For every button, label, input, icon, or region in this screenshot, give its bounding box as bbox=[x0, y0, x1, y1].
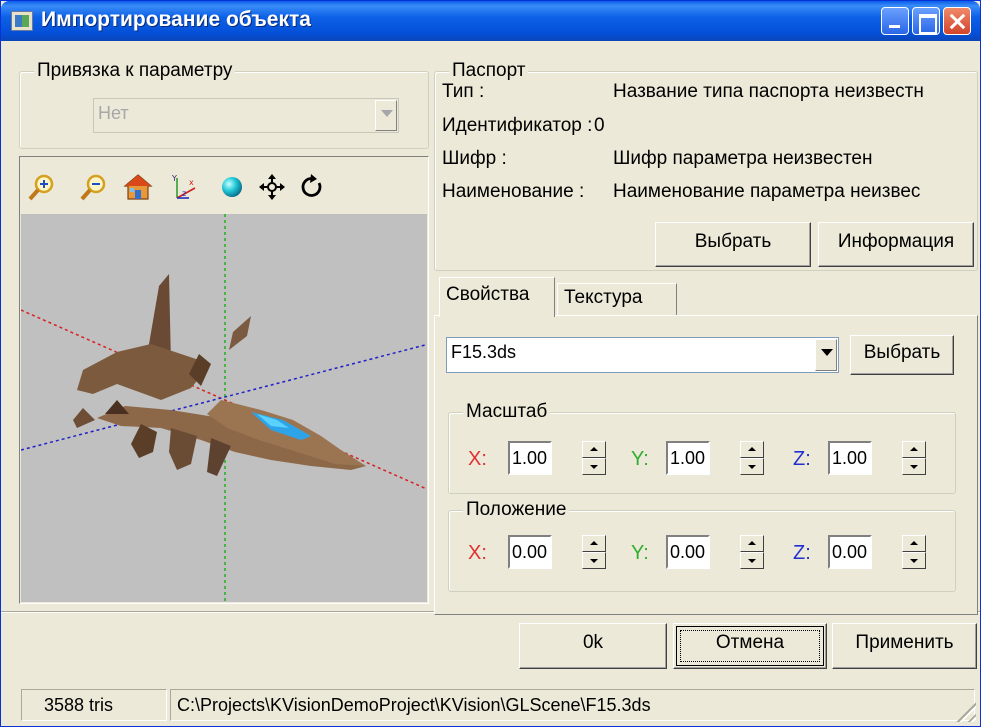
passport-select-button[interactable]: Выбрать bbox=[655, 222, 811, 267]
passport-code-label: Шифр : bbox=[442, 148, 507, 169]
spin-down-icon[interactable] bbox=[902, 552, 926, 569]
tab-properties[interactable]: Свойства bbox=[439, 277, 555, 317]
passport-id-value: 0 bbox=[594, 115, 605, 136]
home-icon[interactable] bbox=[123, 172, 153, 202]
spin-down-icon[interactable] bbox=[582, 552, 606, 569]
rotate-icon[interactable] bbox=[297, 172, 327, 202]
model-file-select-button[interactable]: Выбрать bbox=[850, 335, 954, 375]
model-file-combo[interactable]: F15.3ds bbox=[446, 337, 839, 373]
axes-icon[interactable]: Y x z bbox=[169, 172, 199, 202]
svg-text:x: x bbox=[189, 178, 194, 187]
close-button[interactable] bbox=[943, 7, 971, 35]
position-z-label: Z: bbox=[793, 542, 811, 564]
position-z-input[interactable]: 0.00 bbox=[828, 535, 872, 569]
passport-group-label: Паспорт bbox=[449, 60, 529, 82]
passport-type-value: Название типа паспорта неизвестн bbox=[613, 81, 924, 102]
apply-button[interactable]: Применить bbox=[832, 623, 977, 669]
spin-up-icon[interactable] bbox=[902, 441, 926, 458]
position-x-spinner[interactable] bbox=[582, 535, 606, 569]
status-file-path: C:\Projects\KVisionDemoProject\KVision\G… bbox=[170, 689, 975, 721]
spin-up-icon[interactable] bbox=[902, 535, 926, 552]
spin-up-icon[interactable] bbox=[582, 535, 606, 552]
zoom-out-icon[interactable] bbox=[79, 172, 109, 202]
sphere-icon[interactable] bbox=[217, 172, 247, 202]
spin-down-icon[interactable] bbox=[582, 458, 606, 475]
spin-up-icon[interactable] bbox=[740, 535, 764, 552]
cancel-button[interactable]: Отмена bbox=[673, 623, 827, 669]
ok-button[interactable]: 0k bbox=[519, 623, 667, 669]
dialog-window: Импортирование объекта Привязка к параме… bbox=[0, 0, 981, 727]
position-z-spinner[interactable] bbox=[902, 535, 926, 569]
svg-text:Y: Y bbox=[171, 174, 177, 183]
binding-dropdown-arrow-icon[interactable] bbox=[375, 100, 397, 131]
move-icon[interactable] bbox=[257, 172, 287, 202]
scale-x-input[interactable]: 1.00 bbox=[508, 441, 552, 475]
position-x-label: X: bbox=[468, 542, 487, 564]
scale-group-label: Масштаб bbox=[463, 401, 551, 423]
aircraft-model bbox=[73, 274, 366, 476]
scale-x-spinner[interactable] bbox=[582, 441, 606, 475]
aircraft-scene bbox=[21, 214, 427, 602]
model-file-value: F15.3ds bbox=[451, 342, 517, 362]
tab-texture[interactable]: Текстура bbox=[557, 283, 677, 316]
minimize-button[interactable] bbox=[881, 7, 909, 35]
viewer-toolbar: Y x z bbox=[21, 158, 427, 214]
scale-z-label: Z: bbox=[793, 448, 811, 470]
model-viewer: Y x z bbox=[19, 156, 429, 604]
title-bar[interactable]: Импортирование объекта bbox=[1, 1, 980, 41]
passport-name-label: Наименование : bbox=[442, 181, 585, 202]
status-tris-count: 3588 tris bbox=[21, 689, 167, 721]
model-file-dropdown-arrow-icon[interactable] bbox=[815, 339, 837, 371]
status-bar: 3588 tris C:\Projects\KVisionDemoProject… bbox=[1, 683, 980, 726]
3d-viewport[interactable] bbox=[21, 214, 427, 602]
passport-type-label: Тип : bbox=[442, 81, 485, 102]
binding-group-label: Привязка к параметру bbox=[34, 60, 236, 82]
passport-id-label: Идентификатор : bbox=[442, 115, 593, 136]
maximize-button[interactable] bbox=[912, 7, 940, 35]
spin-down-icon[interactable] bbox=[740, 458, 764, 475]
spin-up-icon[interactable] bbox=[582, 441, 606, 458]
position-y-spinner[interactable] bbox=[740, 535, 764, 569]
zoom-in-icon[interactable] bbox=[27, 172, 57, 202]
app-icon[interactable] bbox=[11, 11, 33, 31]
position-y-input[interactable]: 0.00 bbox=[666, 535, 710, 569]
position-group-label: Положение bbox=[463, 499, 570, 521]
window-title: Импортирование объекта bbox=[41, 8, 311, 31]
binding-combo[interactable]: Нет bbox=[93, 98, 399, 133]
position-x-input[interactable]: 0.00 bbox=[508, 535, 552, 569]
scale-z-spinner[interactable] bbox=[902, 441, 926, 475]
svg-text:z: z bbox=[182, 189, 186, 198]
scale-x-label: X: bbox=[468, 448, 487, 470]
scale-y-input[interactable]: 1.00 bbox=[666, 441, 710, 475]
passport-code-value: Шифр параметра неизвестен bbox=[613, 148, 873, 169]
spin-down-icon[interactable] bbox=[740, 552, 764, 569]
position-y-label: Y: bbox=[631, 542, 649, 564]
scale-y-label: Y: bbox=[631, 448, 649, 470]
spin-up-icon[interactable] bbox=[740, 441, 764, 458]
passport-info-button[interactable]: Информация bbox=[818, 222, 974, 267]
scale-z-input[interactable]: 1.00 bbox=[828, 441, 872, 475]
passport-name-value: Наименование параметра неизвес bbox=[613, 181, 921, 202]
spin-down-icon[interactable] bbox=[902, 458, 926, 475]
binding-combo-value: Нет bbox=[98, 103, 129, 123]
scale-y-spinner[interactable] bbox=[740, 441, 764, 475]
